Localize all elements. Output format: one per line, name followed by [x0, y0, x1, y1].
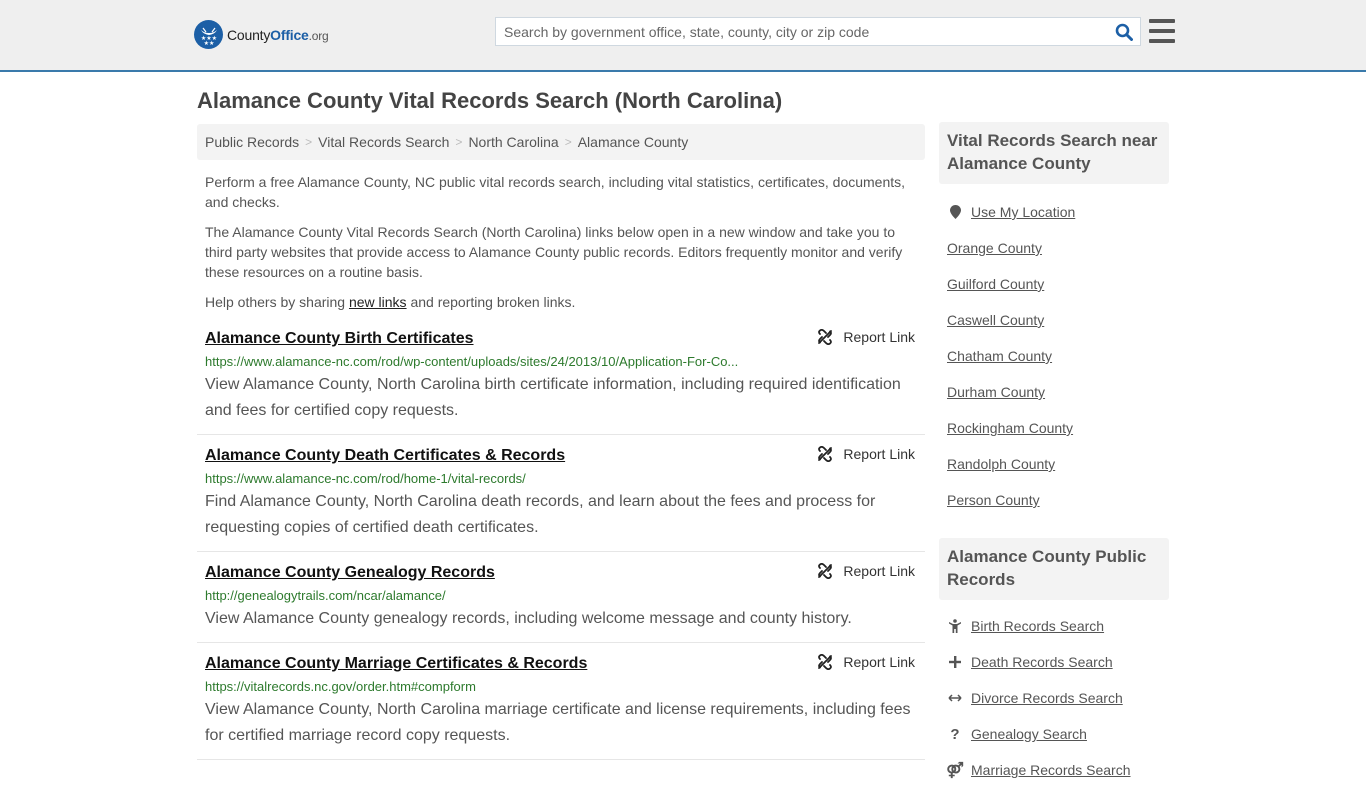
report-link-button[interactable]: Report Link [817, 329, 915, 345]
results-list: Alamance County Birth Certificates Repor… [197, 322, 925, 760]
public-record-item: Death Records Search [947, 644, 1161, 680]
marriage-icon: ⚤ [946, 762, 964, 779]
hamburger-menu-icon[interactable] [1149, 19, 1175, 43]
sidebar: Vital Records Search near Alamance Count… [939, 122, 1169, 788]
result-url: https://vitalrecords.nc.gov/order.htm#co… [205, 679, 476, 694]
public-record-item: ? Genealogy Search [947, 716, 1161, 752]
intro-paragraph-3: Help others by sharing new links and rep… [205, 294, 576, 310]
nearby-county-item: Randolph County [947, 446, 1161, 482]
nearby-county-link[interactable]: Guilford County [947, 276, 1044, 292]
use-my-location: Use My Location [947, 194, 1161, 230]
public-records-list: Birth Records Search Death Records Searc… [939, 600, 1169, 788]
divorce-records-search-link[interactable]: Divorce Records Search [971, 690, 1123, 706]
map-marker-icon [947, 205, 963, 219]
breadcrumb-alamance-county[interactable]: Alamance County [578, 134, 689, 150]
nearby-county-link[interactable]: Person County [947, 492, 1040, 508]
use-my-location-link[interactable]: Use My Location [971, 204, 1075, 220]
report-link-button[interactable]: Report Link [817, 654, 915, 670]
question-icon: ? [950, 725, 960, 743]
nearby-county-link[interactable]: Chatham County [947, 348, 1052, 364]
nearby-county-item: Person County [947, 482, 1161, 518]
plus-icon [947, 656, 963, 668]
public-record-item: Birth Records Search [947, 608, 1161, 644]
result-item: Alamance County Birth Certificates Repor… [197, 322, 925, 435]
eagle-logo-icon: ★★★ ★★ [194, 20, 223, 49]
search-input[interactable] [496, 18, 1108, 45]
public-records-heading: Alamance County Public Records [939, 538, 1169, 600]
site-logo[interactable]: ★★★ ★★ CountyOffice.org [194, 20, 329, 49]
breadcrumb: Public Records > Vital Records Search > … [197, 124, 925, 160]
breadcrumb-vital-records-search[interactable]: Vital Records Search [318, 134, 449, 150]
result-url: http://genealogytrails.com/ncar/alamance… [205, 588, 446, 603]
public-record-item: ⚤ Marriage Records Search [946, 752, 1161, 788]
breadcrumb-separator: > [455, 135, 463, 149]
result-title-link[interactable]: Alamance County Genealogy Records [205, 562, 495, 584]
svg-text:★★: ★★ [203, 40, 214, 46]
search-icon [1115, 23, 1133, 41]
nearby-county-item: Guilford County [947, 266, 1161, 302]
search-box [495, 17, 1141, 46]
report-link-button[interactable]: Report Link [817, 446, 915, 462]
breadcrumb-public-records[interactable]: Public Records [205, 134, 299, 150]
nearby-section: Vital Records Search near Alamance Count… [939, 122, 1169, 518]
intro-paragraph-1: Perform a free Alamance County, NC publi… [205, 174, 906, 210]
search-button[interactable] [1108, 18, 1140, 45]
result-description: View Alamance County genealogy records, … [205, 610, 852, 627]
broken-link-icon [818, 563, 833, 579]
broken-link-icon [818, 329, 833, 345]
intro-paragraph-2: The Alamance County Vital Records Search… [205, 224, 903, 280]
main-content: Public Records > Vital Records Search > … [197, 124, 925, 760]
birth-records-search-link[interactable]: Birth Records Search [971, 618, 1104, 634]
site-header: ★★★ ★★ CountyOffice.org [0, 0, 1366, 72]
logo-wordmark: CountyOffice.org [227, 26, 329, 43]
result-description: Find Alamance County, North Carolina dea… [205, 493, 876, 536]
nearby-heading: Vital Records Search near Alamance Count… [939, 122, 1169, 184]
result-title-link[interactable]: Alamance County Marriage Certificates & … [205, 653, 587, 675]
marriage-records-search-link[interactable]: Marriage Records Search [971, 762, 1131, 778]
breadcrumb-north-carolina[interactable]: North Carolina [468, 134, 558, 150]
new-links-link[interactable]: new links [349, 294, 407, 310]
nearby-county-link[interactable]: Durham County [947, 384, 1045, 400]
nearby-county-link[interactable]: Caswell County [947, 312, 1044, 328]
public-record-item: Divorce Records Search [947, 680, 1161, 716]
child-icon [947, 619, 963, 633]
nearby-county-link[interactable]: Orange County [947, 240, 1042, 256]
nearby-county-link[interactable]: Rockingham County [947, 420, 1073, 436]
nearby-county-item: Caswell County [947, 302, 1161, 338]
result-title-link[interactable]: Alamance County Death Certificates & Rec… [205, 445, 565, 467]
result-description: View Alamance County, North Carolina mar… [205, 701, 911, 744]
nearby-county-item: Chatham County [947, 338, 1161, 374]
genealogy-search-link[interactable]: Genealogy Search [971, 726, 1087, 742]
result-description: View Alamance County, North Carolina bir… [205, 376, 901, 419]
result-item: Alamance County Genealogy Records Report… [197, 552, 925, 643]
nearby-county-item: Durham County [947, 374, 1161, 410]
page-title: Alamance County Vital Records Search (No… [197, 88, 783, 113]
nearby-list: Use My Location Orange County Guilford C… [939, 184, 1169, 518]
result-url: https://www.alamance-nc.com/rod/wp-conte… [205, 354, 739, 369]
nearby-county-link[interactable]: Randolph County [947, 456, 1055, 472]
report-link-button[interactable]: Report Link [817, 563, 915, 579]
result-title-link[interactable]: Alamance County Birth Certificates [205, 328, 474, 350]
public-records-section: Alamance County Public Records Birth Rec… [939, 538, 1169, 788]
arrows-horizontal-icon [947, 693, 963, 703]
result-item: Alamance County Marriage Certificates & … [197, 643, 925, 760]
result-url: https://www.alamance-nc.com/rod/home-1/v… [205, 471, 526, 486]
breadcrumb-separator: > [564, 135, 572, 149]
breadcrumb-separator: > [305, 135, 313, 149]
result-item: Alamance County Death Certificates & Rec… [197, 435, 925, 552]
intro-text: Perform a free Alamance County, NC publi… [197, 172, 925, 312]
nearby-county-item: Orange County [947, 230, 1161, 266]
broken-link-icon [818, 446, 833, 462]
death-records-search-link[interactable]: Death Records Search [971, 654, 1113, 670]
broken-link-icon [818, 654, 833, 670]
nearby-county-item: Rockingham County [947, 410, 1161, 446]
